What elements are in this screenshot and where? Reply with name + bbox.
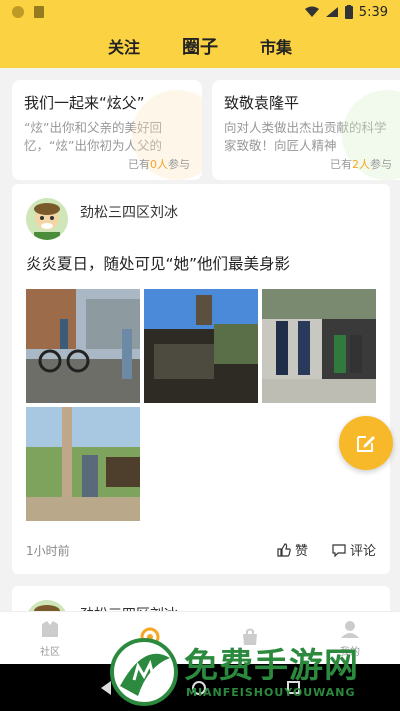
wifi-icon bbox=[304, 6, 319, 17]
post-photo[interactable] bbox=[26, 289, 140, 403]
comment-label: 评论 bbox=[349, 544, 376, 559]
topic-card[interactable]: 致敬袁隆平 向对人类做出杰出贡献的科学家致敬！向匠人精神 已有2人参与 bbox=[212, 80, 400, 180]
comment-button[interactable]: 评论 bbox=[332, 540, 376, 559]
avatar[interactable] bbox=[26, 198, 68, 240]
topic-count: 已有0人参与 bbox=[128, 158, 190, 171]
notification-icon bbox=[12, 6, 24, 18]
post-username[interactable]: 劲松三四区刘冰 bbox=[80, 202, 178, 222]
comment-icon bbox=[332, 543, 346, 557]
like-label: 赞 bbox=[294, 544, 308, 559]
post-actions: 赞 评论 bbox=[277, 540, 376, 559]
tab-following[interactable]: 关注 bbox=[108, 34, 140, 58]
edit-icon bbox=[357, 436, 375, 452]
top-tabs: 关注 圈子 市集 bbox=[0, 24, 400, 68]
nav-label: 社区 bbox=[40, 647, 60, 658]
topic-card[interactable]: 我们一起来“炫父” “炫”出你和父亲的美好回忆，“炫”出你初为人父的 已有0人参… bbox=[12, 80, 202, 180]
thumbs-up-icon bbox=[277, 542, 291, 557]
watermark-logo-icon bbox=[110, 638, 178, 706]
watermark-title: 免费手游网 bbox=[184, 646, 359, 686]
post-time: 1小时前 bbox=[26, 544, 70, 558]
sd-card-icon bbox=[34, 6, 44, 18]
signal-icon bbox=[325, 7, 338, 17]
nav-community[interactable]: 社区 bbox=[0, 612, 100, 664]
status-bar: 5:39 bbox=[0, 0, 400, 24]
community-icon bbox=[42, 621, 58, 637]
tab-market[interactable]: 市集 bbox=[260, 34, 292, 58]
post-text: 炎炎夏日，随处可见“她”他们最美身影 bbox=[26, 255, 291, 273]
post-photo[interactable] bbox=[262, 289, 376, 403]
status-time: 5:39 bbox=[358, 4, 388, 20]
tab-circle[interactable]: 圈子 bbox=[182, 33, 218, 59]
compose-button[interactable] bbox=[339, 416, 393, 470]
watermark-subtitle: MIANFEISHOUYOUWANG bbox=[186, 686, 356, 699]
like-button[interactable]: 赞 bbox=[277, 540, 308, 559]
topic-carousel: 我们一起来“炫父” “炫”出你和父亲的美好回忆，“炫”出你初为人父的 已有0人参… bbox=[0, 68, 400, 180]
post-photo[interactable] bbox=[144, 289, 258, 403]
battery-icon bbox=[344, 5, 353, 19]
post-photo[interactable] bbox=[26, 407, 140, 521]
post-card[interactable]: 劲松三四区刘冰 炎炎夏日，随处可见“她”他们最美身影 1小时前 赞 评论 bbox=[12, 184, 390, 574]
watermark: 免费手游网 MIANFEISHOUYOUWANG bbox=[104, 634, 394, 711]
topic-count: 已有2人参与 bbox=[330, 158, 392, 171]
